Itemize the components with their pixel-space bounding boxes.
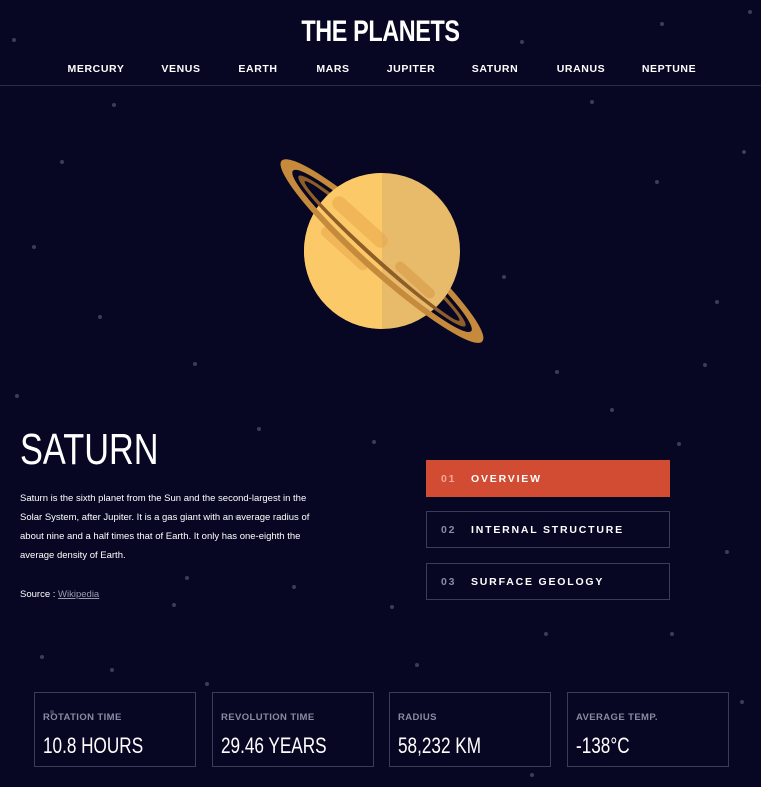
nav-item-saturn[interactable]: SATURN [472, 63, 519, 75]
stat-radius: RADIUS 58,232 KM [389, 692, 551, 767]
source-label: Source : [20, 589, 56, 600]
tab-surface-geology[interactable]: 03 SURFACE GEOLOGY [426, 563, 670, 600]
saturn-illustration [270, 145, 495, 370]
stat-label: AVERAGE TEMP. [576, 712, 658, 723]
planet-name: SATURN [20, 425, 159, 474]
nav-item-mercury[interactable]: MERCURY [68, 63, 125, 75]
tab-label: SURFACE GEOLOGY [471, 575, 605, 588]
stat-value: 29.46 YEARS [221, 733, 327, 758]
stat-rotation-time: ROTATION TIME 10.8 HOURS [34, 692, 196, 767]
tab-number: 01 [441, 472, 457, 485]
nav-item-earth[interactable]: EARTH [238, 63, 277, 75]
stat-value: 10.8 HOURS [43, 733, 144, 758]
site-logo[interactable]: THE PLANETS [84, 15, 678, 49]
nav-item-mars[interactable]: MARS [316, 63, 349, 75]
tab-label: INTERNAL STRUCTURE [471, 523, 624, 536]
stat-value: 58,232 KM [398, 733, 481, 758]
stat-revolution-time: REVOLUTION TIME 29.46 YEARS [212, 692, 374, 767]
source-line: Source : Wikipedia [20, 589, 99, 600]
tab-number: 03 [441, 575, 457, 588]
tab-overview[interactable]: 01 OVERVIEW [426, 460, 670, 497]
nav-item-neptune[interactable]: NEPTUNE [642, 63, 696, 75]
stat-average-temp: AVERAGE TEMP. -138°C [567, 692, 729, 767]
stat-label: RADIUS [398, 712, 437, 723]
stat-value: -138°C [576, 733, 630, 758]
site-header: THE PLANETS MERCURY VENUS EARTH MARS JUP… [0, 0, 761, 86]
stat-label: REVOLUTION TIME [221, 712, 315, 723]
nav-item-venus[interactable]: VENUS [161, 63, 200, 75]
stat-label: ROTATION TIME [43, 712, 122, 723]
tab-internal-structure[interactable]: 02 INTERNAL STRUCTURE [426, 511, 670, 548]
nav-item-jupiter[interactable]: JUPITER [387, 63, 436, 75]
tab-label: OVERVIEW [471, 472, 542, 485]
tab-number: 02 [441, 523, 457, 536]
planet-description: Saturn is the sixth planet from the Sun … [20, 493, 310, 561]
source-link[interactable]: Wikipedia [58, 589, 99, 600]
star-background [0, 0, 761, 787]
nav-item-uranus[interactable]: URANUS [557, 63, 606, 75]
